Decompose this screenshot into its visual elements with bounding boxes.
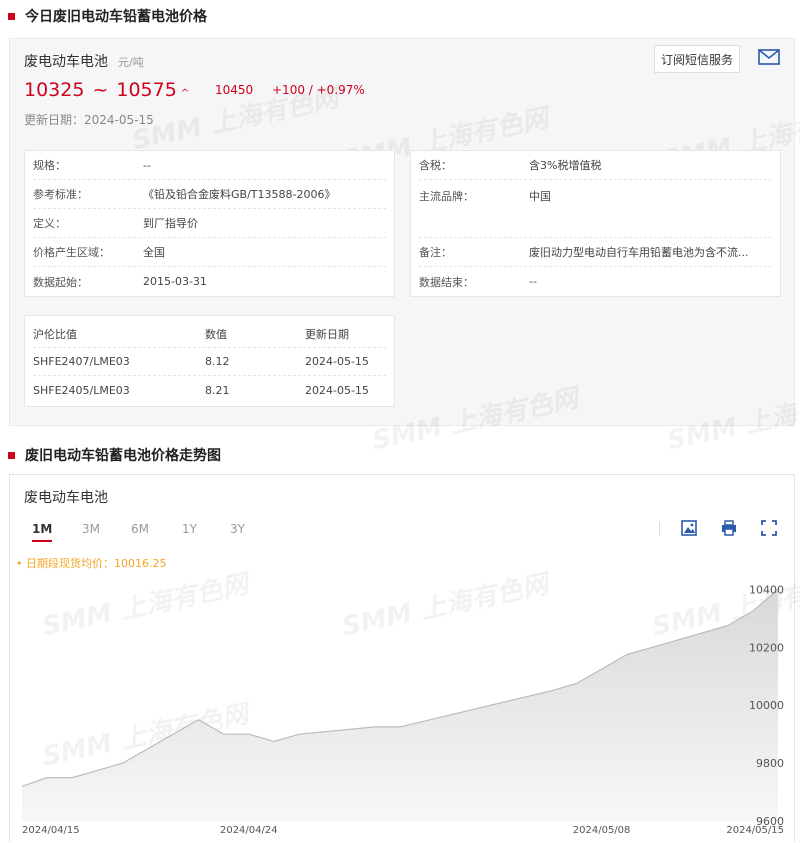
price-change: +100 / +0.97%	[272, 83, 365, 97]
ratio-name: SHFE2407/LME03	[33, 355, 130, 368]
chart-point[interactable]	[273, 740, 276, 743]
section-marker	[8, 12, 15, 20]
chart-point[interactable]	[222, 733, 225, 736]
watermark: SMM 上海有色网	[664, 383, 800, 457]
chart-point[interactable]	[575, 682, 578, 685]
chart-area	[22, 589, 778, 821]
price-average: 10450	[215, 83, 254, 97]
price-up-arrow-icon: ^	[180, 88, 190, 99]
chart-point[interactable]	[625, 653, 628, 656]
spec-key: 价格产生区域：	[33, 246, 110, 259]
x-tick-label: 2024/05/08	[573, 825, 631, 836]
price-range-separator: ~	[92, 79, 109, 101]
spec-key: 参考标准：	[33, 188, 88, 201]
y-tick-label: 10000	[749, 699, 784, 712]
y-tick-label: 10200	[749, 641, 784, 654]
spec-value: 全国	[143, 246, 165, 259]
ratio-date: 2024-05-15	[305, 383, 369, 397]
chart-point[interactable]	[21, 785, 24, 788]
x-tick-label: 2024/04/15	[22, 825, 80, 836]
spec-row: 数据结束： --	[419, 267, 772, 296]
spec-row: 数据起始： 2015-03-31	[33, 267, 386, 296]
spec-key: 规格：	[33, 159, 66, 172]
spec-value: 废旧动力型电动自行车用铅蓄电池为含不流...	[529, 246, 749, 259]
product-unit: 元/吨	[118, 56, 144, 69]
ratio-date: 2024-05-15	[305, 355, 369, 368]
ratio-header-value: 数值	[205, 327, 227, 341]
table-row: SHFE2405/LME03 8.21 2024-05-15	[33, 376, 386, 404]
ratio-value: 8.21	[205, 383, 230, 397]
chart-point[interactable]	[751, 610, 754, 613]
ratio-value: 8.12	[205, 355, 230, 368]
section-title-price-trend: 废旧电动车铅蓄电池价格走势图	[8, 444, 221, 466]
ratio-name: SHFE2405/LME03	[33, 383, 130, 397]
chart-point[interactable]	[550, 689, 553, 692]
section-title-text: 今日废旧电动车铅蓄电池价格	[25, 9, 207, 25]
chart-point[interactable]	[399, 725, 402, 728]
spec-key: 定义：	[33, 217, 66, 230]
chart-point[interactable]	[373, 725, 376, 728]
chart-point[interactable]	[651, 646, 654, 649]
chart-point[interactable]	[121, 762, 124, 765]
spec-value: 2015-03-31	[143, 275, 207, 288]
section-title-today-price: 今日废旧电动车铅蓄电池价格	[8, 5, 207, 27]
spec-row: 主流品牌： 中国	[419, 180, 772, 238]
chart-card: 废电动车电池 1M 3M 6M 1Y 3Y • 日期段现货均价：10016.25…	[9, 474, 800, 843]
spec-key: 备注：	[419, 246, 452, 259]
y-tick-label: 10400	[749, 584, 784, 597]
price-range: 10325 ~ 10575 ^	[24, 79, 189, 101]
spec-row: 定义： 到厂指导价	[33, 209, 386, 238]
spec-row: 备注： 废旧动力型电动自行车用铅蓄电池为含不流...	[419, 238, 772, 267]
price-high: 10575	[116, 79, 177, 101]
spec-value: 《铅及铅合金废料GB/T13588-2006》	[143, 188, 336, 201]
chart-point[interactable]	[71, 776, 74, 779]
product-name: 废电动车电池 元/吨	[24, 51, 144, 71]
specs-left-box: 规格： -- 参考标准： 《铅及铅合金废料GB/T13588-2006》 定义：…	[24, 150, 395, 297]
spec-value: --	[143, 158, 151, 172]
spec-key: 数据起始：	[33, 275, 88, 289]
spec-key: 数据结束：	[419, 275, 474, 289]
spec-key: 含税：	[419, 159, 452, 172]
specs-right-box: 含税： 含3%税增值税 主流品牌： 中国 备注： 废旧动力型电动自行车用铅蓄电池…	[410, 150, 781, 297]
price-panel: SMM 上海有色网 SMM 上海有色网 SMM 上海有色网 SMM 上海有色网 …	[9, 38, 800, 456]
x-tick-label: 2024/04/24	[220, 825, 278, 836]
update-date: 更新日期：2024-05-15	[24, 113, 154, 127]
spec-row: 价格产生区域： 全国	[33, 238, 386, 267]
product-name-text: 废电动车电池	[24, 54, 108, 70]
watermark: SMM 上海有色网	[369, 383, 581, 457]
spec-row: 含税： 含3%税增值税	[419, 151, 772, 180]
ratio-header-name: 沪伦比值	[33, 327, 77, 341]
mail-icon[interactable]	[758, 48, 780, 66]
ratio-header-date: 更新日期	[305, 327, 349, 341]
section-marker	[8, 451, 15, 459]
price-trend-chart[interactable]: 960098001000010200104002024/04/15 2024/04…	[10, 475, 796, 843]
spec-key: 主流品牌：	[419, 190, 474, 203]
chart-point[interactable]	[96, 769, 99, 772]
ratio-table-header: 沪伦比值 数值 更新日期	[33, 320, 386, 348]
spec-row: 规格： --	[33, 151, 386, 180]
y-tick-label: 9800	[756, 757, 784, 770]
chart-point[interactable]	[726, 624, 729, 627]
spec-value: 中国	[529, 190, 551, 203]
table-row: SHFE2407/LME03 8.12 2024-05-15	[33, 348, 386, 376]
ratio-table: 沪伦比值 数值 更新日期 SHFE2407/LME03 8.12 2024-05…	[24, 315, 395, 407]
price-low: 10325	[24, 79, 85, 101]
spec-value: 到厂指导价	[143, 217, 198, 230]
chart-point[interactable]	[247, 733, 250, 736]
chart-point[interactable]	[298, 733, 301, 736]
spec-value: 含3%税增值税	[529, 159, 602, 172]
chart-point[interactable]	[46, 776, 49, 779]
chart-point[interactable]	[600, 668, 603, 671]
x-tick-label: 2024/05/15	[726, 825, 784, 836]
spec-value: --	[529, 275, 537, 288]
chart-point[interactable]	[197, 718, 200, 721]
spec-row: 参考标准： 《铅及铅合金废料GB/T13588-2006》	[33, 180, 386, 209]
subscribe-sms-button[interactable]: 订阅短信服务	[654, 45, 741, 73]
section-title-text: 废旧电动车铅蓄电池价格走势图	[25, 448, 221, 464]
